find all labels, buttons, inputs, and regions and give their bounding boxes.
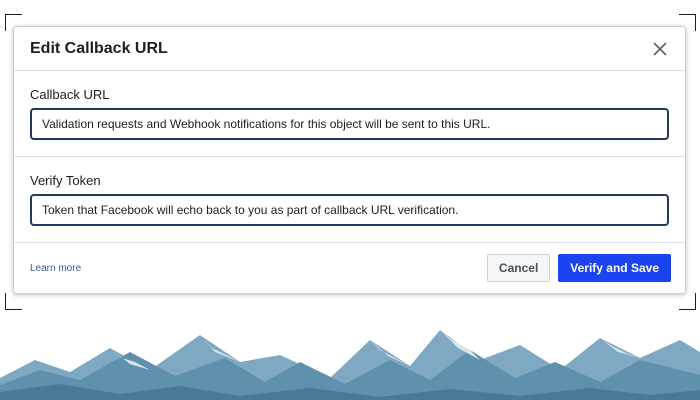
callback-url-input[interactable] bbox=[30, 108, 669, 140]
mountain-illustration bbox=[0, 330, 700, 400]
frame-corner-bottom-right bbox=[679, 293, 696, 310]
verify-token-section: Verify Token bbox=[14, 157, 685, 243]
page-background: Edit Callback URL Callback URL Verify To… bbox=[0, 0, 700, 400]
verify-token-label: Verify Token bbox=[30, 173, 101, 188]
verify-and-save-button[interactable]: Verify and Save bbox=[558, 254, 671, 282]
dialog-header: Edit Callback URL bbox=[14, 27, 685, 71]
close-icon[interactable] bbox=[651, 40, 669, 58]
callback-url-section: Callback URL bbox=[14, 71, 685, 157]
edit-callback-url-dialog: Edit Callback URL Callback URL Verify To… bbox=[13, 26, 686, 294]
frame-corner-bottom-left bbox=[5, 293, 22, 310]
dialog-title: Edit Callback URL bbox=[30, 39, 168, 57]
verify-token-input[interactable] bbox=[30, 194, 669, 226]
dialog-footer: Learn more Cancel Verify and Save bbox=[14, 243, 685, 293]
learn-more-link[interactable]: Learn more bbox=[30, 263, 487, 274]
callback-url-label: Callback URL bbox=[30, 87, 110, 102]
cancel-button[interactable]: Cancel bbox=[486, 254, 551, 282]
